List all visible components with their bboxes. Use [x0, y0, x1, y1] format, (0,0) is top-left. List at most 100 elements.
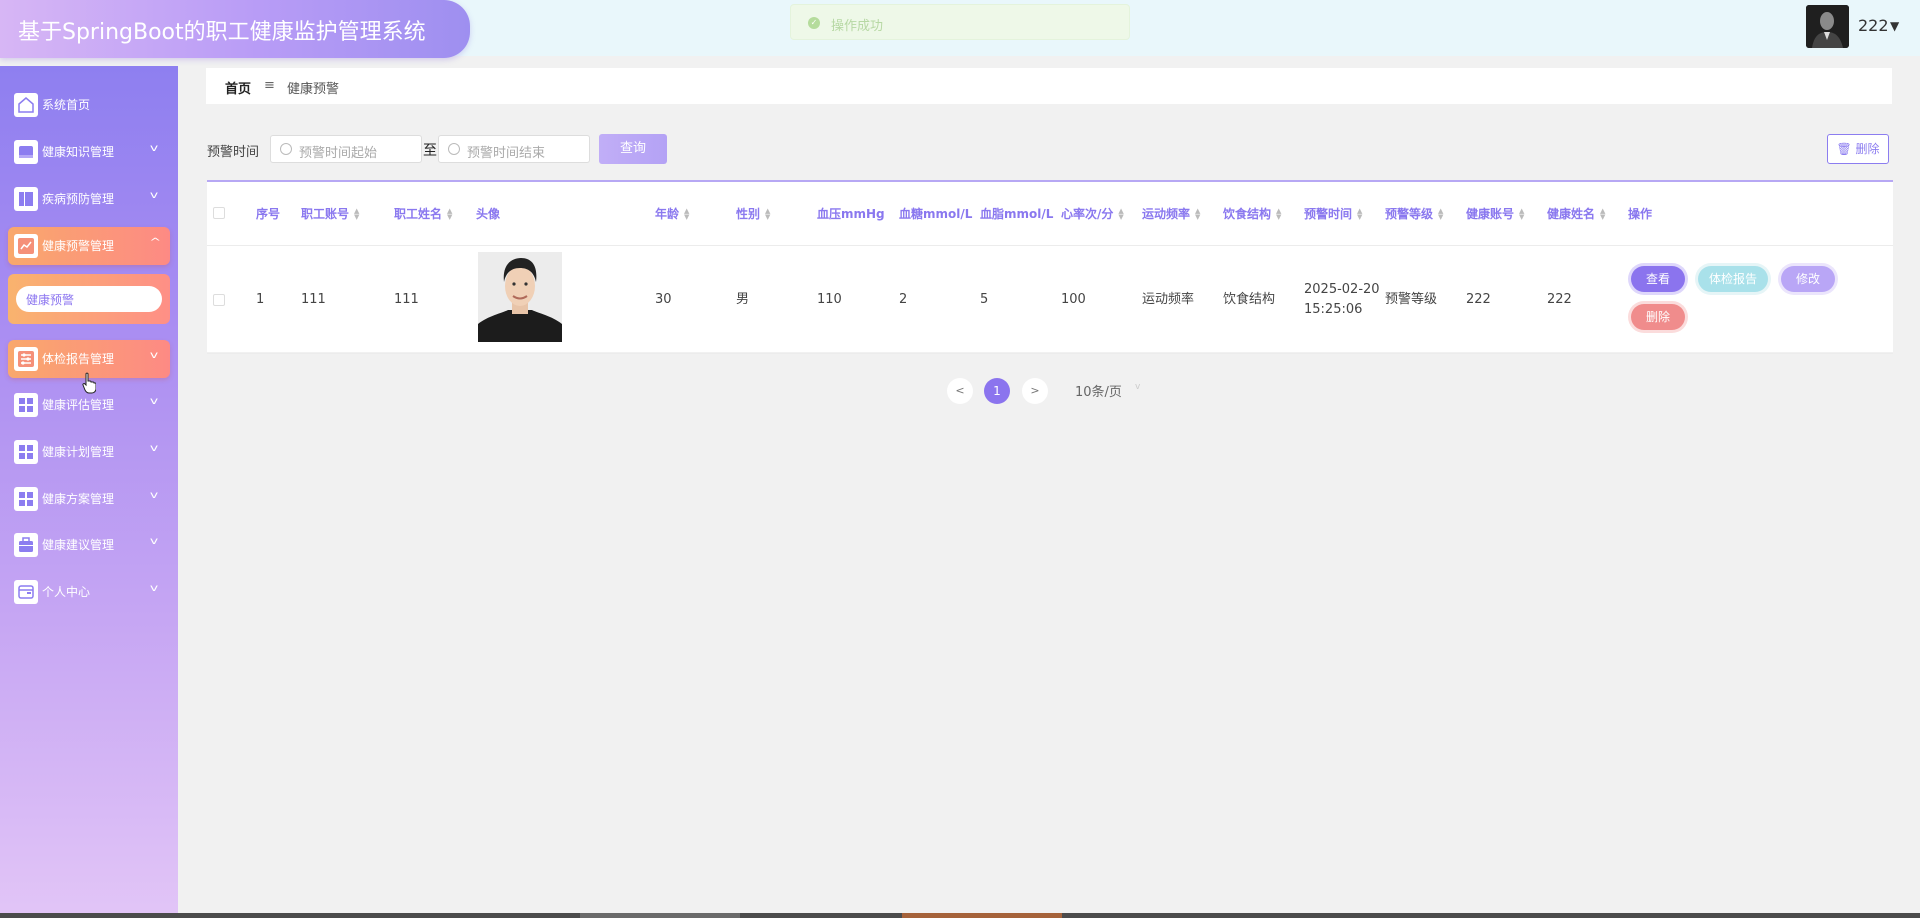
cell-gender: 男 [736, 292, 750, 307]
clock-icon [448, 143, 460, 155]
submenu-item-health-warning[interactable]: 健康预警 [16, 286, 162, 312]
delete-button[interactable]: 删除 [1631, 304, 1685, 330]
taskbar-segment [902, 913, 1062, 918]
breadcrumb-current: 健康预警 [287, 82, 340, 97]
success-toast: ✓ 操作成功 [790, 4, 1130, 40]
cell-blood-lipid: 5 [980, 292, 989, 307]
page-size-select[interactable]: 10条/页 [1075, 381, 1122, 400]
sort-icon: ▲ ▼ [1438, 207, 1444, 221]
column-header-gender[interactable]: 性别 ▲ ▼ [736, 182, 770, 246]
chevron-down-icon: v [149, 583, 159, 594]
column-header-health-account[interactable]: 健康账号 ▲ ▼ [1466, 182, 1524, 246]
sidebar-item-personal-center[interactable]: 个人中心 v [8, 573, 170, 611]
grid-icon [14, 440, 38, 464]
column-header-blood-pressure: 血压mmHg [817, 207, 885, 221]
chart-icon [14, 234, 38, 258]
submenu-item-label: 健康预警 [26, 293, 75, 307]
column-header-exercise[interactable]: 运动频率 ▲ ▼ [1142, 182, 1200, 246]
cell-diet: 饮食结构 [1223, 292, 1276, 307]
sort-icon: ▲ ▼ [1357, 207, 1363, 221]
column-header-staff-name[interactable]: 职工姓名 ▲ ▼ [394, 182, 452, 246]
column-header-diet[interactable]: 饮食结构 ▲ ▼ [1223, 182, 1281, 246]
sidebar-item-health-scheme[interactable]: 健康方案管理 v [8, 480, 170, 518]
sidebar-item-home[interactable]: 系统首页 [8, 86, 170, 124]
breadcrumb-separator-icon: ≡ [264, 78, 275, 93]
column-header-staff-account[interactable]: 职工账号 ▲ ▼ [301, 182, 359, 246]
end-date-placeholder: 预警时间结束 [467, 146, 546, 161]
bottom-taskbar-strip [0, 913, 1920, 918]
sort-icon: ▲ ▼ [1276, 207, 1282, 221]
sidebar-item-label: 健康预警管理 [42, 239, 115, 253]
sidebar-item-health-warning[interactable]: 健康预警管理 ^ [8, 227, 170, 265]
staff-avatar-photo [478, 252, 562, 342]
sort-icon: ▲ ▼ [684, 207, 690, 221]
column-header-warning-level[interactable]: 预警等级 ▲ ▼ [1385, 182, 1443, 246]
column-header-avatar: 头像 [476, 207, 501, 221]
sidebar-item-label: 健康方案管理 [42, 492, 115, 506]
cell-heart-rate: 100 [1061, 292, 1086, 307]
view-button[interactable]: 查看 [1631, 266, 1685, 292]
user-name[interactable]: 222 [1858, 16, 1889, 35]
book-icon [14, 140, 38, 164]
cell-warning-time: 2025-02-20 15:25:06 [1304, 246, 1380, 354]
sidebar-item-label: 系统首页 [42, 98, 91, 112]
caret-down-icon[interactable]: ▼ [1890, 19, 1899, 33]
physical-report-button[interactable]: 体检报告 [1698, 266, 1768, 292]
start-date-input[interactable]: 预警时间起始 [270, 135, 422, 163]
sidebar-item-health-knowledge[interactable]: 健康知识管理 v [8, 133, 170, 171]
sidebar-item-label: 健康计划管理 [42, 445, 115, 459]
sliders-icon [14, 347, 38, 371]
search-label: 预警时间 [207, 145, 260, 160]
end-date-input[interactable]: 预警时间结束 [438, 135, 590, 163]
batch-delete-button[interactable]: 🗑 删除 [1827, 134, 1889, 164]
column-header-health-name[interactable]: 健康姓名 ▲ ▼ [1547, 182, 1605, 246]
sidebar-item-disease-prevention[interactable]: 疾病预防管理 v [8, 180, 170, 218]
column-header-warning-time[interactable]: 预警时间 ▲ ▼ [1304, 182, 1362, 246]
edit-button[interactable]: 修改 [1781, 266, 1835, 292]
sidebar-item-health-advice[interactable]: 健康建议管理 v [8, 526, 170, 564]
breadcrumb: 首页 ≡ 健康预警 [206, 68, 1892, 104]
cell-blood-sugar: 2 [899, 292, 908, 307]
column-header-blood-lipid: 血脂mmol/L [980, 207, 1054, 221]
briefcase-icon [14, 533, 38, 557]
select-all-checkbox[interactable] [213, 207, 225, 219]
chevron-down-icon: v [149, 490, 159, 501]
cell-blood-pressure: 110 [817, 292, 842, 307]
sidebar-item-label: 疾病预防管理 [42, 192, 115, 206]
breadcrumb-home[interactable]: 首页 [225, 78, 251, 97]
sort-icon: ▲ ▼ [1195, 207, 1201, 221]
sidebar-item-health-plan[interactable]: 健康计划管理 v [8, 433, 170, 471]
sort-icon: ▲ ▼ [1519, 207, 1525, 221]
wallet-icon [14, 580, 38, 604]
row-checkbox[interactable] [213, 294, 225, 306]
sort-icon: ▲ ▼ [447, 207, 453, 221]
chevron-down-icon[interactable]: v [1135, 382, 1140, 392]
chevron-down-icon: v [149, 190, 159, 201]
column-header-blood-sugar: 血糖mmol/L [899, 207, 973, 221]
grid-icon [14, 487, 38, 511]
prev-page-button[interactable]: < [947, 378, 973, 404]
range-separator: 至 [423, 143, 437, 159]
column-header-age[interactable]: 年龄 ▲ ▼ [655, 182, 689, 246]
sort-icon: ▲ ▼ [354, 207, 360, 221]
batch-delete-label: 删除 [1855, 142, 1880, 156]
start-date-placeholder: 预警时间起始 [299, 146, 378, 161]
column-header-heart-rate[interactable]: 心率次/分 ▲ ▼ [1061, 182, 1124, 246]
cell-exercise: 运动频率 [1142, 292, 1195, 307]
user-avatar[interactable] [1806, 5, 1849, 48]
sort-icon: ▲ ▼ [1600, 207, 1606, 221]
submenu-panel: 健康预警 [8, 274, 170, 324]
next-page-button[interactable]: > [1022, 378, 1048, 404]
cell-index: 1 [256, 292, 265, 307]
chevron-down-icon: v [149, 443, 159, 454]
chevron-down-icon: v [149, 350, 159, 361]
table-row: 1 111 111 30 男 110 2 5 100 运动频率 饮食结构 202… [207, 246, 1893, 354]
taskbar-segment [580, 913, 740, 918]
app-title: 基于SpringBoot的职工健康监护管理系统 [18, 20, 426, 45]
page-number-current[interactable]: 1 [984, 378, 1010, 404]
hand-cursor-icon [82, 372, 96, 394]
chevron-down-icon: v [149, 536, 159, 547]
check-circle-icon: ✓ [808, 17, 820, 29]
query-button[interactable]: 查询 [599, 134, 667, 164]
cell-health-name: 222 [1547, 292, 1572, 307]
